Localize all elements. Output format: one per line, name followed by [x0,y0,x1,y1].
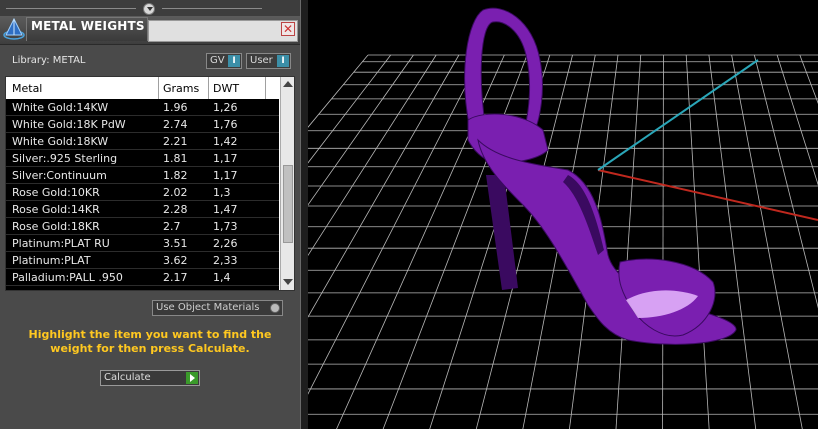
dwt-cell: 1,17 [213,152,238,165]
close-icon[interactable]: ✕ [281,22,295,36]
metal-cell: Rose Gold:18KR [12,220,100,233]
grams-cell: 2.74 [163,118,188,131]
metal-cell: Palladium:PALL .950 [12,271,123,284]
header-dwt[interactable]: DWT [213,82,239,95]
table-row[interactable]: Silver:Continuum 1.82 1,17 [6,167,279,184]
table-row[interactable]: Rose Gold:14KR 2.28 1,47 [6,201,279,218]
grams-cell: 1.82 [163,169,188,182]
calculate-label: Calculate [104,372,151,383]
panel-top-strip [0,0,300,16]
scroll-thumb[interactable] [283,165,293,243]
dwt-cell: 2,33 [213,254,238,267]
dwt-cell: 2,26 [213,237,238,250]
metal-weights-panel: METAL WEIGHTS ✕ Library: METAL GV I User… [0,0,300,429]
metal-cell: White Gold:18K PdW [12,118,126,131]
app-logo-icon [3,17,25,40]
user-toggle-switch[interactable]: I [277,55,289,67]
y-axis-line [597,59,759,171]
divider-line-right [162,8,262,9]
gv-toggle-label: GV [210,55,225,66]
table-row[interactable]: White Gold:18KW 2.21 1,42 [6,133,279,150]
table-row[interactable]: Rose Gold:10KR 2.02 1,3 [6,184,279,201]
grams-cell: 2.02 [163,186,188,199]
gv-toggle[interactable]: GV I [206,53,242,69]
scroll-down-icon[interactable] [283,279,293,285]
table-scrollbar[interactable] [280,77,294,290]
dwt-cell: 1,47 [213,203,238,216]
panel-title: METAL WEIGHTS [31,19,145,33]
gv-toggle-switch[interactable]: I [228,55,240,67]
grid-line [308,54,369,128]
table-row[interactable]: Palladium:PALL .950 2.17 1,4 [6,269,279,286]
metal-cell: Silver:Continuum [12,169,107,182]
title-bar-fill [148,20,298,42]
header-metal[interactable]: Metal [12,82,42,95]
metal-cell: Platinum:PLAT RU [12,237,110,250]
grid-line [308,54,460,318]
calculate-button[interactable]: Calculate [100,370,200,386]
grid-line [685,54,710,429]
scroll-up-icon[interactable] [283,81,293,87]
metal-cell: Rose Gold:14KR [12,203,100,216]
grid-line [308,54,392,164]
grams-cell: 3.51 [163,237,188,250]
table-header: Metal Grams DWT [6,77,279,100]
grid-line [308,54,482,395]
metal-cell: Platinum:PLAT [12,254,91,267]
grid-line [799,54,818,104]
table-row[interactable]: Silver:.925 Sterling 1.81 1,17 [6,150,279,167]
dwt-cell: 1,42 [213,135,238,148]
grid-line [308,54,437,257]
metal-cell: White Gold:18KW [12,135,109,148]
grid-line [708,54,757,429]
grams-cell: 1.81 [163,152,188,165]
play-icon[interactable] [186,372,198,384]
dwt-cell: 1,4 [213,271,231,284]
dwt-cell: 1,3 [213,186,231,199]
grams-cell: 2.7 [163,220,181,233]
table-row[interactable]: White Gold:18K PdW 2.74 1,76 [6,116,279,133]
user-toggle-label: User [250,55,273,66]
dwt-cell: 1,26 [213,101,238,114]
grid-line [776,54,818,186]
collapse-icon[interactable] [143,3,155,15]
grams-cell: 2.17 [163,271,188,284]
table-row[interactable]: White Gold:14KW 1.96 1,26 [6,99,279,116]
grid-line [308,54,414,206]
header-grams[interactable]: Grams [163,82,199,95]
grams-cell: 2.21 [163,135,188,148]
radio-icon[interactable] [270,303,280,313]
grams-cell: 1.96 [163,101,188,114]
dwt-cell: 1,73 [213,220,238,233]
user-toggle[interactable]: User I [246,53,291,69]
library-label: Library: METAL [12,55,86,66]
grid-line [662,54,664,429]
dwt-cell: 1,17 [213,169,238,182]
grid-line [615,54,642,429]
grams-cell: 3.62 [163,254,188,267]
viewport-canvas[interactable] [308,0,818,429]
grams-cell: 2.28 [163,203,188,216]
use-object-materials-button[interactable]: Use Object Materials [152,300,283,316]
use-object-materials-label: Use Object Materials [156,302,260,313]
grid-line [753,54,818,309]
metal-cell: Rose Gold:10KR [12,186,100,199]
panel-splitter[interactable] [300,0,308,429]
table-row[interactable]: Platinum:PLAT RU 3.51 2,26 [6,235,279,252]
3d-viewport[interactable] [308,0,818,429]
metal-cell: Silver:.925 Sterling [12,152,118,165]
high-heel-shoe-model[interactable] [464,7,737,345]
grid-line [731,54,803,429]
table-row[interactable]: Rose Gold:18KR 2.7 1,73 [6,218,279,235]
divider-line-left [6,8,136,9]
table-row[interactable] [6,286,279,290]
dwt-cell: 1,76 [213,118,238,131]
metal-cell: White Gold:14KW [12,101,109,114]
table-row[interactable]: Platinum:PLAT 3.62 2,33 [6,252,279,269]
metal-table[interactable]: Metal Grams DWT White Gold:14KW 1.96 1,26 W… [5,76,295,291]
instruction-text: Highlight the item you want to find the … [28,328,272,355]
